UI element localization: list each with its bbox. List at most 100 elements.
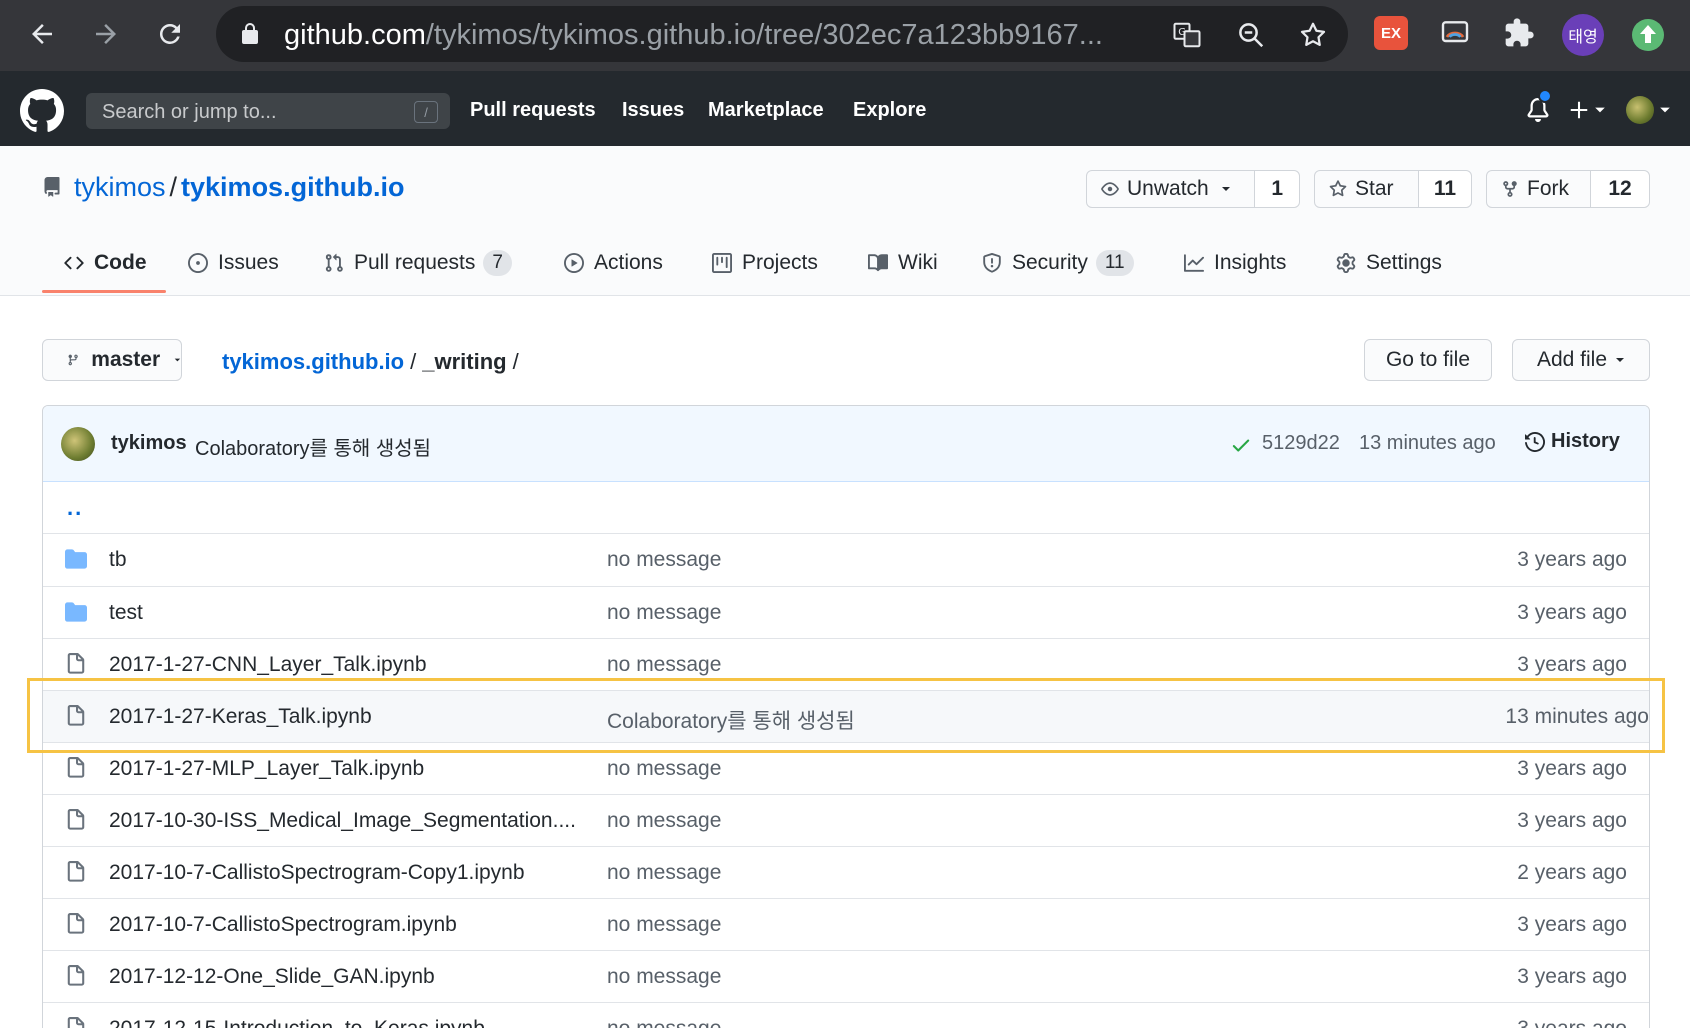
search-input[interactable]: Search or jump to... / (86, 93, 450, 129)
zoom-icon[interactable] (1234, 18, 1268, 52)
file-age: 3 years ago (1517, 1017, 1627, 1028)
tab-settings[interactable]: Settings (1336, 230, 1442, 296)
unwatch-button[interactable]: Unwatch (1087, 171, 1256, 207)
file-name-link[interactable]: 2017-1-27-CNN_Layer_Talk.ipynb (109, 653, 427, 677)
file-icon (65, 965, 87, 987)
parent-directory-link[interactable]: .. (67, 495, 83, 521)
file-age: 3 years ago (1517, 757, 1627, 780)
extensions-puzzle-icon[interactable] (1502, 16, 1536, 50)
caret-down-icon (1221, 187, 1230, 191)
breadcrumb: tykimos.github.io / _writing / (222, 349, 525, 375)
go-to-file-button[interactable]: Go to file (1364, 339, 1492, 381)
tab-insights[interactable]: Insights (1184, 230, 1286, 296)
star-button[interactable]: Star (1315, 171, 1419, 207)
repo-owner-link[interactable]: tykimos (74, 172, 166, 202)
commit-message-link[interactable]: Colaboratory를 통해 생성됨 (195, 432, 431, 461)
nav-marketplace[interactable]: Marketplace (708, 99, 824, 122)
file-name-link[interactable]: 2017-10-7-CallistoSpectrogram.ipynb (109, 913, 457, 937)
file-icon (65, 913, 87, 935)
commit-author-link[interactable]: tykimos (111, 432, 187, 455)
fork-button[interactable]: Fork (1487, 171, 1591, 207)
table-row[interactable]: test no message 3 years ago (43, 586, 1649, 638)
file-commit-message-link[interactable]: no message (607, 601, 721, 625)
tab-projects[interactable]: Projects (712, 230, 818, 296)
pull-requests-count: 7 (483, 250, 512, 276)
tab-pull-requests[interactable]: Pull requests 7 (324, 230, 512, 296)
tab-wiki[interactable]: Wiki (868, 230, 938, 296)
file-commit-message-link[interactable]: no message (607, 757, 721, 781)
commit-sha-link[interactable]: 5129d22 (1262, 432, 1340, 455)
graph-icon (1184, 254, 1204, 272)
star-button-group: Star 11 (1314, 170, 1472, 208)
file-name-link[interactable]: 2017-12-12-One_Slide_GAN.ipynb (109, 965, 435, 989)
forward-icon[interactable] (84, 12, 128, 56)
code-icon (64, 256, 84, 270)
watch-button-group: Unwatch 1 (1086, 170, 1300, 208)
file-name-link[interactable]: 2017-12-15-Introduction_to_Keras.ipynb (109, 1017, 485, 1028)
eye-icon (1101, 182, 1119, 196)
branch-select-button[interactable]: master (42, 339, 182, 381)
table-row[interactable]: 2017-10-30-ISS_Medical_Image_Segmentatio… (43, 794, 1649, 846)
extension-screen-icon[interactable] (1438, 16, 1472, 50)
file-name-link[interactable]: 2017-1-27-MLP_Layer_Talk.ipynb (109, 757, 424, 781)
tab-issues[interactable]: Issues (188, 230, 279, 296)
history-link[interactable]: History (1525, 430, 1620, 453)
file-commit-message-link[interactable]: no message (607, 548, 721, 572)
file-commit-message-link[interactable]: no message (607, 965, 721, 989)
add-file-button[interactable]: Add file (1512, 339, 1650, 381)
file-commit-message-link[interactable]: no message (607, 1017, 721, 1028)
nav-explore[interactable]: Explore (853, 99, 926, 122)
table-row[interactable]: 2017-12-15-Introduction_to_Keras.ipynb no… (43, 1002, 1649, 1028)
watchers-count[interactable]: 1 (1255, 171, 1299, 207)
translate-icon[interactable]: G (1170, 18, 1204, 52)
fork-label: Fork (1527, 177, 1569, 200)
file-name-link[interactable]: test (109, 601, 143, 625)
address-bar[interactable]: github.com/tykimos/tykimos.github.io/tre… (216, 6, 1348, 62)
tab-label: Issues (218, 251, 279, 274)
highlight-annotation (27, 678, 1665, 753)
github-logo-icon[interactable] (20, 89, 64, 133)
file-name-link[interactable]: 2017-10-30-ISS_Medical_Image_Segmentatio… (109, 809, 576, 833)
github-header: Search or jump to... / Pull requests Iss… (0, 71, 1690, 146)
folder-icon (65, 601, 87, 623)
tab-actions[interactable]: Actions (564, 230, 663, 296)
tab-label: Security (1012, 251, 1088, 274)
reload-icon[interactable] (148, 12, 192, 56)
tab-code[interactable]: Code (64, 230, 147, 296)
breadcrumb-root-link[interactable]: tykimos.github.io (222, 349, 404, 374)
parent-directory-row[interactable]: .. (43, 483, 1649, 534)
add-file-label: Add file (1536, 348, 1608, 371)
file-name-link[interactable]: 2017-10-7-CallistoSpectrogram-Copy1.ipyn… (109, 861, 525, 885)
profile-avatar[interactable]: 태영 (1562, 14, 1604, 56)
file-name-link[interactable]: tb (109, 548, 127, 572)
back-icon[interactable] (20, 12, 64, 56)
file-commit-message-link[interactable]: no message (607, 809, 721, 833)
nav-issues[interactable]: Issues (622, 99, 684, 122)
file-age: 3 years ago (1517, 809, 1627, 832)
branch-name: master (91, 348, 161, 371)
update-icon[interactable] (1627, 14, 1669, 56)
table-row[interactable]: tb no message 3 years ago (43, 534, 1649, 586)
url-text[interactable]: github.com/tykimos/tykimos.github.io/tre… (284, 20, 1174, 50)
file-commit-message-link[interactable]: no message (607, 653, 721, 677)
file-commit-message-link[interactable]: no message (607, 913, 721, 937)
table-row[interactable]: 2017-10-7-CallistoSpectrogram-Copy1.ipyn… (43, 846, 1649, 898)
bookmark-star-icon[interactable] (1296, 18, 1330, 52)
repo-name-link[interactable]: tykimos.github.io (181, 172, 405, 202)
table-row[interactable]: 2017-12-12-One_Slide_GAN.ipynb no message… (43, 950, 1649, 1002)
pull-request-icon (325, 253, 343, 272)
search-shortcut-hint: / (414, 101, 438, 123)
user-menu[interactable] (1626, 95, 1671, 125)
avatar[interactable] (61, 427, 95, 461)
extension-ex-icon[interactable]: EX (1374, 16, 1408, 50)
create-new-menu[interactable] (1568, 95, 1606, 125)
forks-count[interactable]: 12 (1591, 171, 1649, 207)
stars-count[interactable]: 11 (1419, 171, 1471, 207)
file-age: 3 years ago (1517, 601, 1627, 624)
repo-header: tykimos / tykimos.github.io Unwatch 1 Star… (0, 146, 1690, 296)
fork-icon (1503, 181, 1517, 197)
nav-pull-requests[interactable]: Pull requests (470, 99, 596, 122)
tab-security[interactable]: Security 11 (982, 230, 1134, 296)
table-row[interactable]: 2017-10-7-CallistoSpectrogram.ipynb no me… (43, 898, 1649, 950)
file-commit-message-link[interactable]: no message (607, 861, 721, 885)
